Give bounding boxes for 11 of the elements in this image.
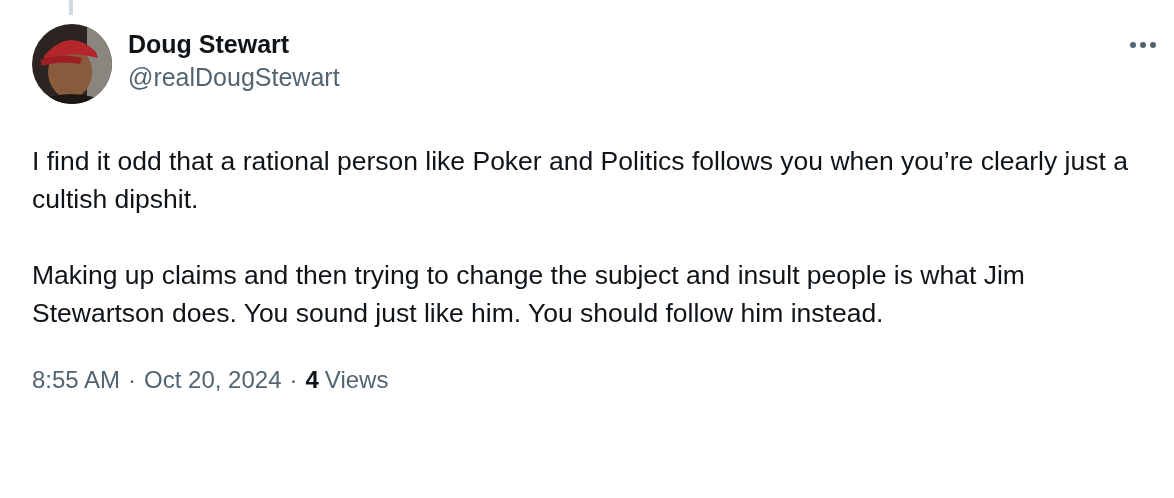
post-date[interactable]: Oct 20, 2024 [144, 366, 282, 394]
views-count: 4 [305, 366, 319, 394]
more-icon[interactable] [1128, 40, 1158, 50]
separator-dot: · [128, 366, 137, 394]
separator-dot: · [289, 366, 298, 394]
post-time[interactable]: 8:55 AM [32, 366, 121, 394]
author-handle[interactable]: @realDougStewart [128, 63, 340, 92]
tweet-paragraph: Making up claims and then trying to change the subject and insult people is what Jim Stewartson does. You sound just like him. You should follow him instead. [32, 259, 1026, 330]
views-label: Views [324, 366, 389, 394]
tweet-paragraph: I find it odd that a rational person like Poker and Politics follows you when you’re clearly just a cultish dipshit. [32, 145, 1129, 216]
author-name[interactable]: Doug Stewart [128, 30, 340, 59]
